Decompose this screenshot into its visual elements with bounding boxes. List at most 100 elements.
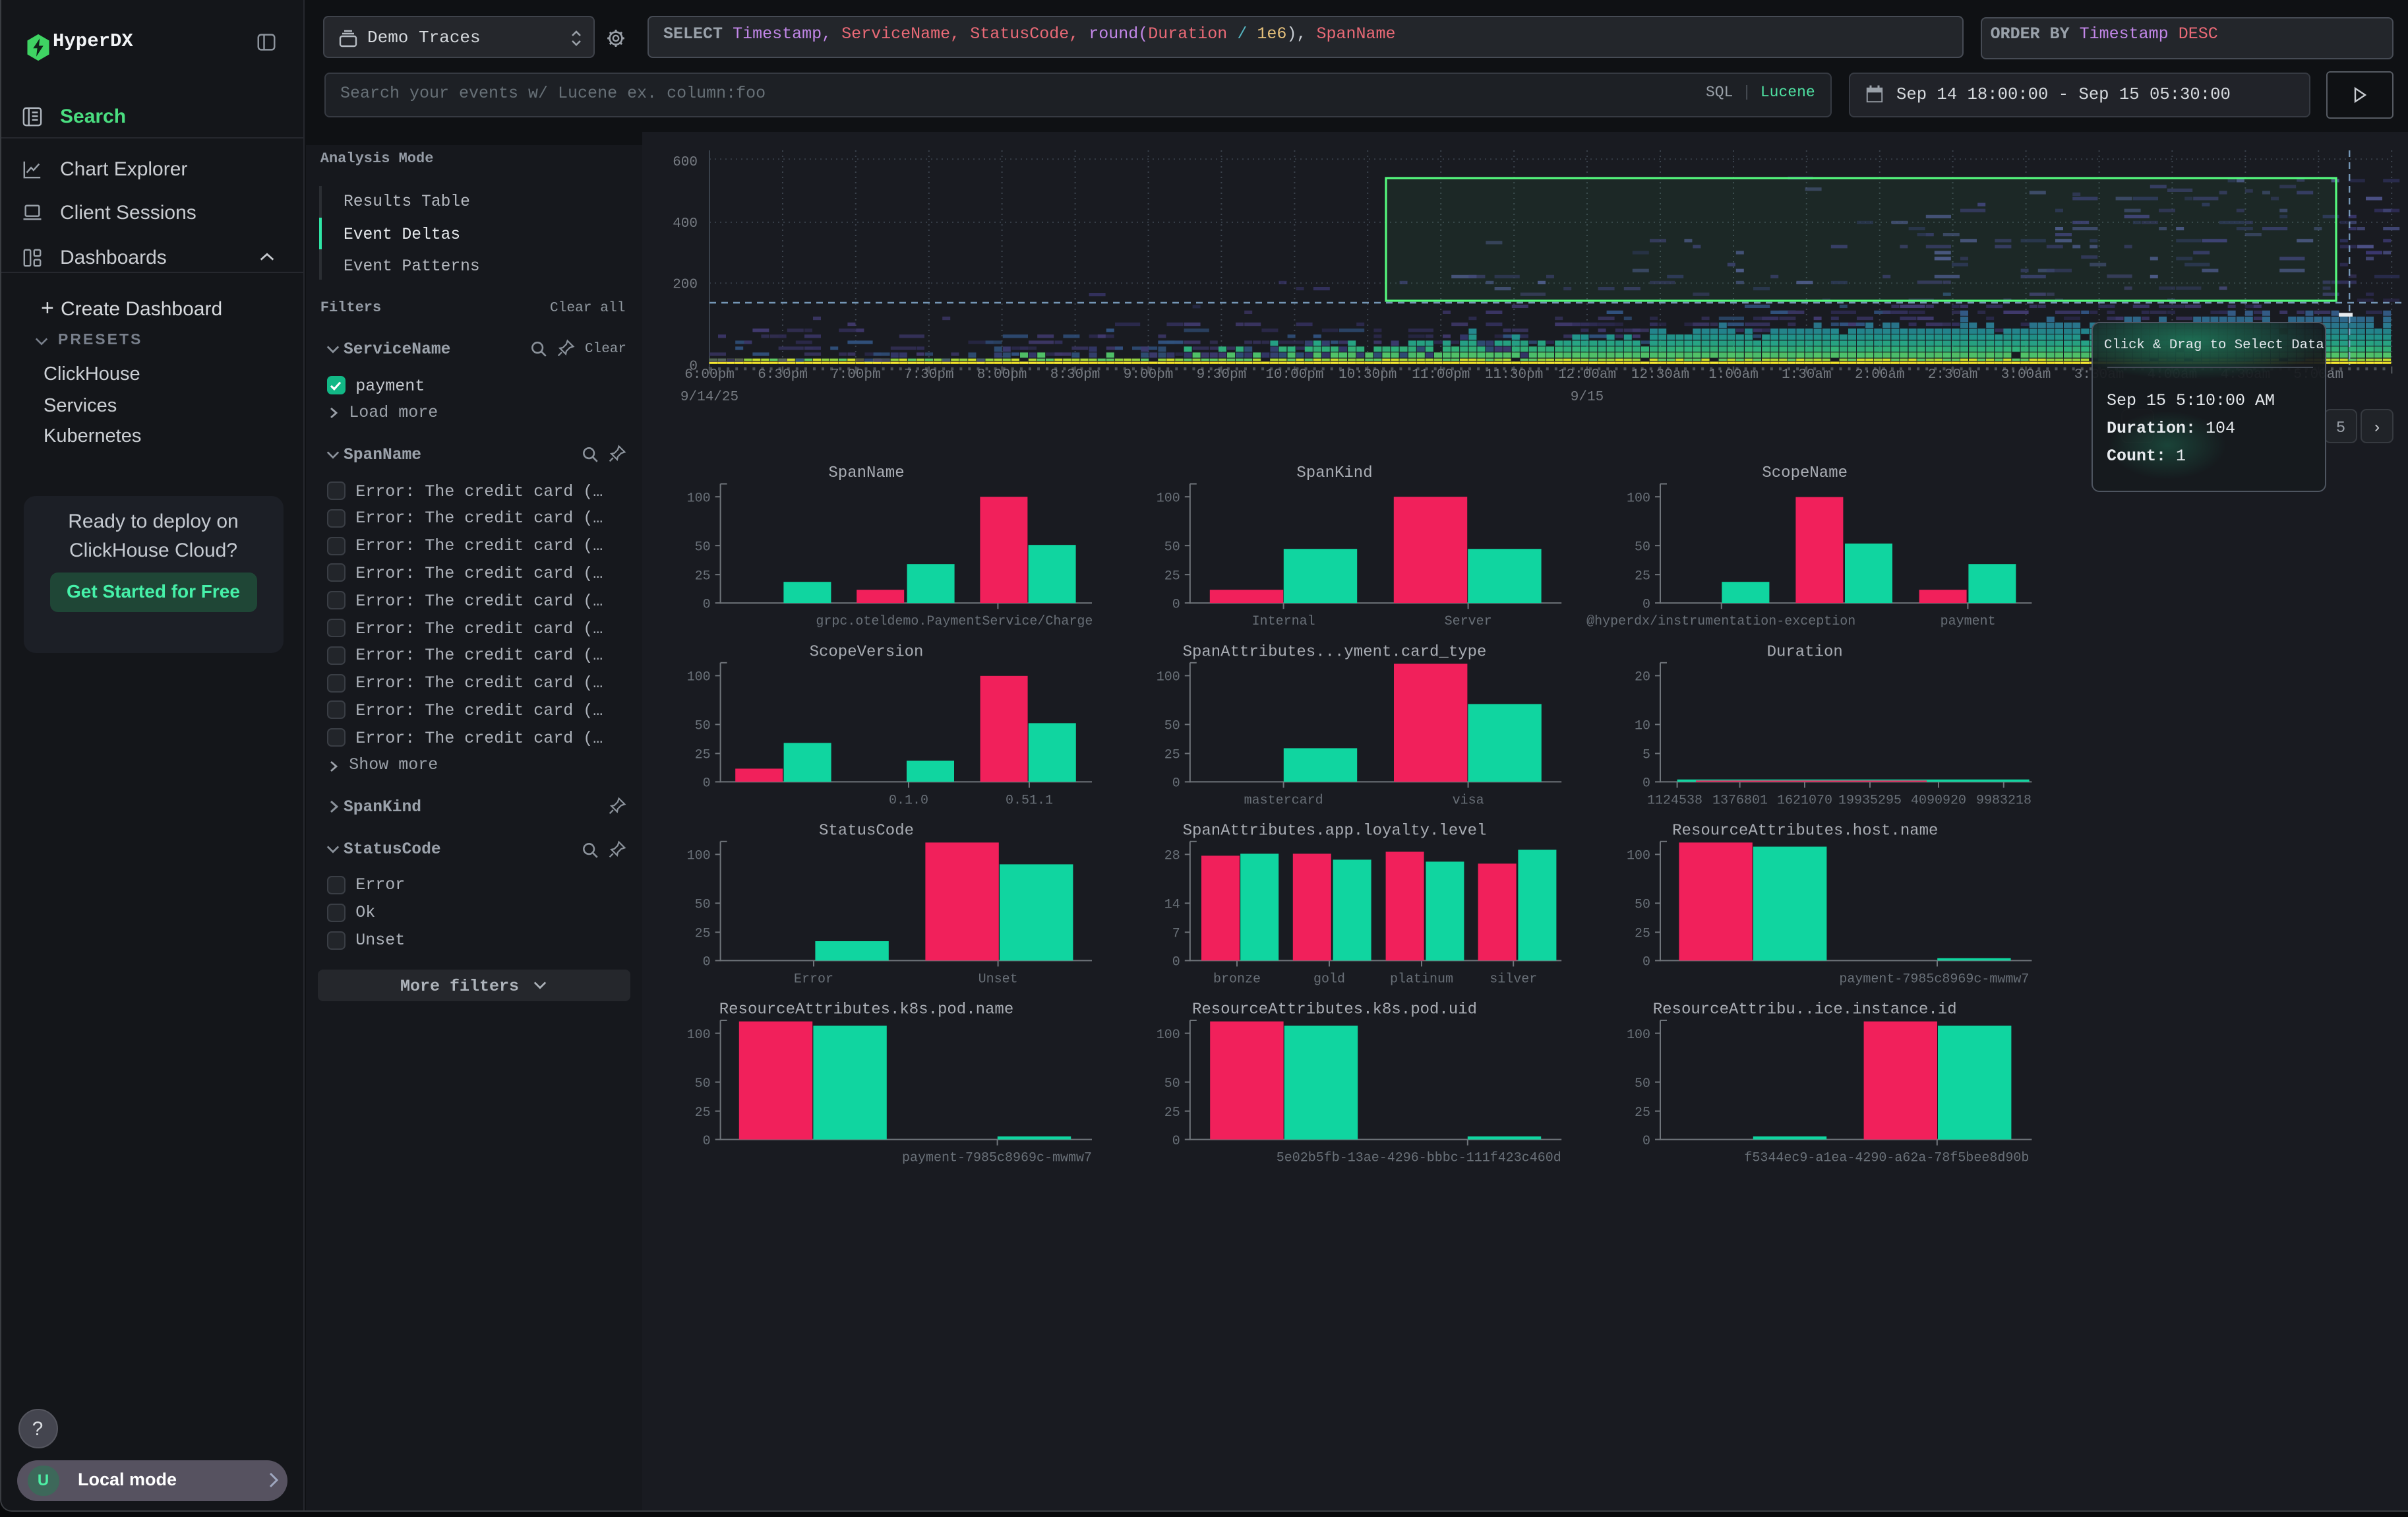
svg-text:1621070: 1621070 bbox=[1777, 793, 1832, 808]
svg-text:28: 28 bbox=[1164, 849, 1180, 864]
svg-text:payment-7985c8969c-mwmw7: payment-7985c8969c-mwmw7 bbox=[1839, 972, 2029, 987]
svg-text:100: 100 bbox=[687, 849, 711, 864]
svg-text:0: 0 bbox=[1172, 1134, 1180, 1149]
svg-text:6:00pm: 6:00pm bbox=[684, 367, 735, 383]
svg-text:payment: payment bbox=[1941, 614, 1996, 629]
svg-text:@hyperdx/instrumentation-excep: @hyperdx/instrumentation-exception bbox=[1586, 614, 1855, 629]
svg-text:9:00pm: 9:00pm bbox=[1124, 367, 1174, 383]
svg-text:50: 50 bbox=[1164, 540, 1180, 555]
svg-text:50: 50 bbox=[695, 719, 711, 734]
svg-text:25: 25 bbox=[695, 927, 711, 942]
svg-text:25: 25 bbox=[695, 748, 711, 763]
svg-text:0: 0 bbox=[1172, 597, 1180, 612]
svg-text:SpanName: SpanName bbox=[828, 464, 904, 482]
svg-text:Duration: Duration bbox=[1767, 643, 1843, 661]
svg-text:Error: Error bbox=[794, 972, 833, 987]
svg-text:8:00pm: 8:00pm bbox=[977, 367, 1027, 383]
svg-text:19935295: 19935295 bbox=[1838, 793, 1902, 808]
svg-text:8:30pm: 8:30pm bbox=[1050, 367, 1100, 383]
svg-text:0: 0 bbox=[1172, 776, 1180, 791]
svg-text:9983218: 9983218 bbox=[1976, 793, 2032, 808]
svg-text:50: 50 bbox=[695, 540, 711, 555]
svg-text:100: 100 bbox=[687, 1028, 711, 1043]
svg-text:25: 25 bbox=[1635, 1105, 1650, 1121]
svg-text:0: 0 bbox=[1642, 776, 1650, 791]
svg-text:2:30am: 2:30am bbox=[1928, 367, 1978, 383]
svg-text:5: 5 bbox=[1642, 748, 1650, 763]
svg-text:0: 0 bbox=[703, 1134, 711, 1149]
svg-text:SpanAttributes...yment.card_ty: SpanAttributes...yment.card_type bbox=[1183, 643, 1487, 661]
svg-text:50: 50 bbox=[695, 898, 711, 913]
svg-text:ResourceAttributes.k8s.pod.nam: ResourceAttributes.k8s.pod.name bbox=[719, 1001, 1013, 1019]
svg-text:0: 0 bbox=[703, 955, 711, 970]
svg-text:5: 5 bbox=[2336, 419, 2345, 437]
svg-text:ScopeVersion: ScopeVersion bbox=[810, 643, 924, 661]
svg-text:50: 50 bbox=[1164, 1076, 1180, 1092]
svg-text:6:30pm: 6:30pm bbox=[758, 367, 808, 383]
svg-text:7: 7 bbox=[1172, 927, 1180, 942]
svg-text:200: 200 bbox=[673, 277, 698, 292]
svg-text:50: 50 bbox=[1635, 1076, 1650, 1092]
svg-text:0: 0 bbox=[1642, 597, 1650, 612]
svg-text:12:00am: 12:00am bbox=[1558, 367, 1616, 383]
svg-text:25: 25 bbox=[695, 569, 711, 584]
svg-text:100: 100 bbox=[687, 670, 711, 685]
svg-text:grpc.oteldemo.PaymentService/C: grpc.oteldemo.PaymentService/Charge bbox=[816, 614, 1093, 629]
svg-text:11:00pm: 11:00pm bbox=[1412, 367, 1470, 383]
svg-text:1:30am: 1:30am bbox=[1782, 367, 1832, 383]
svg-text:50: 50 bbox=[1635, 898, 1650, 913]
svg-text:9/15: 9/15 bbox=[1571, 390, 1604, 405]
svg-text:ResourceAttribu..ice.instance.: ResourceAttribu..ice.instance.id bbox=[1653, 1001, 1957, 1019]
svg-text:25: 25 bbox=[1635, 927, 1650, 942]
svg-text:1:00am: 1:00am bbox=[1708, 367, 1759, 383]
svg-text:silver: silver bbox=[1490, 972, 1537, 987]
svg-text:platinum: platinum bbox=[1390, 972, 1453, 987]
svg-text:100: 100 bbox=[1157, 1028, 1180, 1043]
svg-text:3:00am: 3:00am bbox=[2001, 367, 2051, 383]
svg-text:›: › bbox=[2372, 419, 2382, 437]
svg-text:1124538: 1124538 bbox=[1647, 793, 1702, 808]
svg-text:5e02b5fb-13ae-4296-bbbc-111f42: 5e02b5fb-13ae-4296-bbbc-111f423c460d bbox=[1277, 1151, 1561, 1166]
svg-text:StatusCode: StatusCode bbox=[819, 822, 914, 840]
svg-text:9/14/25: 9/14/25 bbox=[680, 390, 738, 405]
svg-text:Server: Server bbox=[1445, 614, 1492, 629]
svg-text:0: 0 bbox=[1642, 955, 1650, 970]
svg-text:25: 25 bbox=[695, 1105, 711, 1121]
svg-text:50: 50 bbox=[695, 1076, 711, 1092]
svg-text:1376801: 1376801 bbox=[1712, 793, 1768, 808]
svg-text:20: 20 bbox=[1635, 670, 1650, 685]
svg-text:0.51.1: 0.51.1 bbox=[1006, 793, 1053, 808]
svg-text:gold: gold bbox=[1313, 972, 1345, 987]
svg-text:SpanAttributes.app.loyalty.lev: SpanAttributes.app.loyalty.level bbox=[1183, 822, 1487, 840]
svg-text:Unset: Unset bbox=[978, 972, 1018, 987]
svg-text:100: 100 bbox=[1627, 491, 1650, 506]
svg-text:7:30pm: 7:30pm bbox=[904, 367, 954, 383]
svg-text:10:30pm: 10:30pm bbox=[1339, 367, 1397, 383]
svg-text:ScopeName: ScopeName bbox=[1762, 464, 1848, 482]
svg-text:0: 0 bbox=[703, 776, 711, 791]
svg-text:25: 25 bbox=[1635, 569, 1650, 584]
svg-text:400: 400 bbox=[673, 216, 698, 232]
svg-text:11:30pm: 11:30pm bbox=[1485, 367, 1543, 383]
svg-text:0: 0 bbox=[1172, 955, 1180, 970]
svg-text:4090920: 4090920 bbox=[1911, 793, 1966, 808]
svg-text:50: 50 bbox=[1635, 540, 1650, 555]
svg-text:100: 100 bbox=[1627, 1028, 1650, 1043]
svg-text:100: 100 bbox=[687, 491, 711, 506]
svg-text:14: 14 bbox=[1164, 898, 1180, 913]
svg-text:100: 100 bbox=[1627, 849, 1650, 864]
svg-text:Internal: Internal bbox=[1252, 614, 1315, 629]
svg-text:25: 25 bbox=[1164, 569, 1180, 584]
svg-text:0: 0 bbox=[703, 597, 711, 612]
svg-text:50: 50 bbox=[1164, 719, 1180, 734]
svg-text:SpanKind: SpanKind bbox=[1296, 464, 1372, 482]
svg-text:100: 100 bbox=[1157, 670, 1180, 685]
svg-text:mastercard: mastercard bbox=[1244, 793, 1323, 808]
svg-text:25: 25 bbox=[1164, 1105, 1180, 1121]
svg-text:600: 600 bbox=[673, 155, 698, 170]
svg-text:100: 100 bbox=[1157, 491, 1180, 506]
svg-text:0: 0 bbox=[1642, 1134, 1650, 1149]
svg-text:ResourceAttributes.host.name: ResourceAttributes.host.name bbox=[1672, 822, 1938, 840]
svg-text:7:00pm: 7:00pm bbox=[831, 367, 881, 383]
svg-text:f5344ec9-a1ea-4290-a62a-78f5be: f5344ec9-a1ea-4290-a62a-78f5bee8d90b bbox=[1744, 1151, 2029, 1166]
